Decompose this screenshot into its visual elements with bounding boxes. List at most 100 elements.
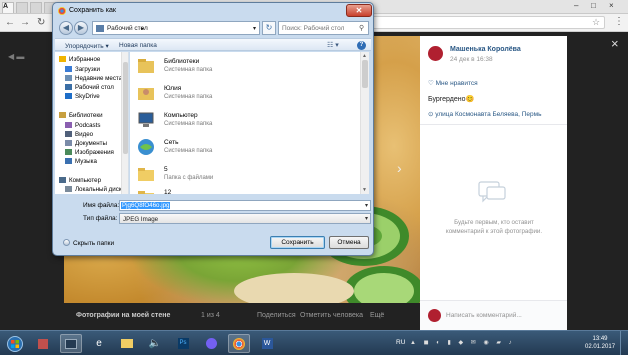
- minimize-button[interactable]: ‒: [574, 1, 578, 10]
- browser-tab[interactable]: [30, 2, 42, 13]
- forward-icon[interactable]: ▶: [74, 21, 88, 35]
- filetype-row: Тип файла: JPEG Image ▾: [57, 213, 375, 224]
- like-button[interactable]: ♡ Мне нравится: [428, 79, 478, 87]
- search-box[interactable]: ⚲: [278, 21, 369, 35]
- list-item[interactable]: Сеть Системная папка: [134, 135, 334, 161]
- star-icon[interactable]: ☆: [592, 17, 600, 28]
- organize-button[interactable]: Упорядочить ▾: [65, 42, 109, 50]
- downloads-icon: [65, 66, 72, 72]
- photo-sidepanel: Машенька Королёва 24 дек в 16:38 ♡ Мне н…: [420, 36, 567, 330]
- nav-item-local-disk[interactable]: Локальный диск: [65, 186, 122, 194]
- taskbar: e 🔈 Ps W RU ▲ ◼ ◐ ▮ ◆ ✉ ◉ ▰ ♪ 13:49 02.0…: [0, 330, 628, 355]
- word-icon[interactable]: W: [256, 334, 278, 353]
- chevron-down-icon[interactable]: ▾: [253, 25, 256, 32]
- nav-item-music[interactable]: Музыка: [65, 158, 97, 167]
- post-date[interactable]: 24 дек в 16:38: [450, 56, 493, 63]
- nav-item-libraries[interactable]: Библиотеки: [59, 112, 103, 121]
- comment-bar: Написать комментарий...: [420, 300, 567, 330]
- documents-icon: [65, 140, 72, 146]
- viber-icon[interactable]: [200, 334, 222, 353]
- tag-person-link[interactable]: Отметить человека: [300, 312, 363, 319]
- list-item[interactable]: Компьютер Системная папка: [134, 108, 334, 134]
- nav-item-favorites[interactable]: Избранное: [59, 56, 100, 65]
- file-name: 12: [164, 189, 172, 194]
- nav-item-skydrive[interactable]: SkyDrive: [65, 93, 100, 102]
- tray-icons[interactable]: ▲ ◼ ◐ ▮ ◆ ✉ ◉ ▰ ♪: [410, 339, 515, 346]
- menu-icon[interactable]: ⋮: [614, 16, 624, 27]
- nav-label: Локальный диск: [75, 186, 122, 193]
- nav-item-documents[interactable]: Документы: [65, 140, 107, 149]
- nav-item-podcasts[interactable]: Podcasts: [65, 122, 100, 131]
- browser-tab[interactable]: [16, 2, 28, 13]
- comment-input[interactable]: Написать комментарий...: [446, 312, 522, 319]
- window-close-button[interactable]: ×: [609, 1, 614, 10]
- scroll-up-icon[interactable]: ▲: [362, 53, 367, 59]
- share-link[interactable]: Поделиться: [257, 312, 296, 319]
- save-as-dialog: Сохранить как ✕ ◀ ▶ Рабочий стол ▸ ▾ ↻ ⚲…: [52, 2, 374, 256]
- new-folder-button[interactable]: Новая папка: [119, 42, 157, 49]
- filename-label: Имя файла:: [83, 202, 120, 209]
- desktop-icon: [65, 84, 72, 90]
- cancel-button[interactable]: Отмена: [329, 236, 369, 249]
- clock[interactable]: 13:49 02.01.2017: [585, 335, 615, 351]
- maximize-button[interactable]: □: [591, 1, 596, 10]
- album-title[interactable]: Фотографии на моей стене: [76, 312, 170, 319]
- nav-item-computer[interactable]: Компьютер: [59, 177, 101, 186]
- post-text: Бургердено😊: [428, 96, 475, 103]
- save-button[interactable]: Сохранить: [270, 236, 325, 249]
- chevron-down-icon[interactable]: ▾: [365, 215, 368, 222]
- next-photo-icon[interactable]: ›: [397, 160, 402, 176]
- chrome-icon[interactable]: [228, 334, 250, 353]
- back-icon[interactable]: ←: [5, 17, 15, 28]
- nav-item-downloads[interactable]: Загрузки: [65, 66, 100, 75]
- reload-icon[interactable]: ↻: [37, 17, 45, 28]
- language-indicator[interactable]: RU: [396, 339, 405, 346]
- location-link[interactable]: ⊙ улица Космонавта Беляева, Пермь: [428, 110, 541, 118]
- viewer-close-icon[interactable]: ×: [611, 36, 619, 51]
- avatar[interactable]: [428, 46, 443, 61]
- list-item[interactable]: 12 Папка с файлами: [134, 185, 334, 194]
- nav-label: Недавние места: [75, 75, 123, 82]
- refresh-icon[interactable]: ↻: [262, 21, 276, 35]
- forward-icon[interactable]: →: [20, 17, 30, 28]
- photoshop-icon[interactable]: Ps: [172, 334, 194, 353]
- start-icon[interactable]: [4, 334, 26, 353]
- list-item[interactable]: Юлия Системная папка: [134, 81, 334, 107]
- help-icon[interactable]: ?: [357, 41, 366, 50]
- app-icon[interactable]: [32, 334, 54, 353]
- file-name: Компьютер: [164, 112, 198, 119]
- file-list-scrollbar[interactable]: ▲ ▼: [360, 52, 369, 194]
- path-breadcrumb[interactable]: Рабочий стол ▸ ▾: [92, 21, 260, 35]
- filetype-select[interactable]: JPEG Image ▾: [119, 213, 371, 224]
- filename-field[interactable]: Pjg6Q8fO46o.jpg ▾: [119, 200, 371, 211]
- hide-folders-toggle[interactable]: Скрыть папки: [63, 239, 114, 247]
- volume-icon[interactable]: 🔈: [144, 334, 166, 353]
- scroll-thumb[interactable]: [123, 62, 128, 154]
- user-folder-icon: [138, 88, 154, 100]
- chevron-right-icon[interactable]: ▸: [141, 25, 144, 32]
- author-name[interactable]: Машенька Королёва: [450, 46, 521, 53]
- vk-logo[interactable]: ◀ ▬: [8, 52, 24, 61]
- nav-item-video[interactable]: Видео: [65, 131, 93, 140]
- more-link[interactable]: Ещё: [370, 312, 384, 319]
- back-icon[interactable]: ◀: [59, 21, 73, 35]
- nav-label: Библиотеки: [69, 112, 103, 119]
- nav-scrollbar[interactable]: [121, 52, 128, 194]
- hide-folders-label: Скрыть папки: [73, 240, 115, 247]
- folder-icon[interactable]: [116, 334, 138, 353]
- nav-item-desktop[interactable]: Рабочий стол: [65, 84, 114, 93]
- scroll-down-icon[interactable]: ▼: [362, 187, 367, 193]
- ie-icon[interactable]: e: [88, 334, 110, 353]
- view-options-icon[interactable]: ☷ ▾: [327, 41, 339, 49]
- list-item[interactable]: Библиотеки Системная папка: [134, 54, 334, 80]
- explorer-icon[interactable]: [60, 334, 82, 353]
- images-icon: [65, 149, 72, 155]
- search-input[interactable]: [282, 24, 354, 33]
- browser-tab[interactable]: A: [2, 2, 14, 13]
- dialog-close-button[interactable]: ✕: [346, 4, 372, 17]
- nav-item-recent[interactable]: Недавние места: [65, 75, 122, 84]
- scroll-thumb[interactable]: [362, 60, 368, 88]
- show-desktop-button[interactable]: [620, 331, 628, 355]
- chevron-down-icon[interactable]: ▾: [365, 202, 368, 209]
- nav-item-images[interactable]: Изображения: [65, 149, 114, 158]
